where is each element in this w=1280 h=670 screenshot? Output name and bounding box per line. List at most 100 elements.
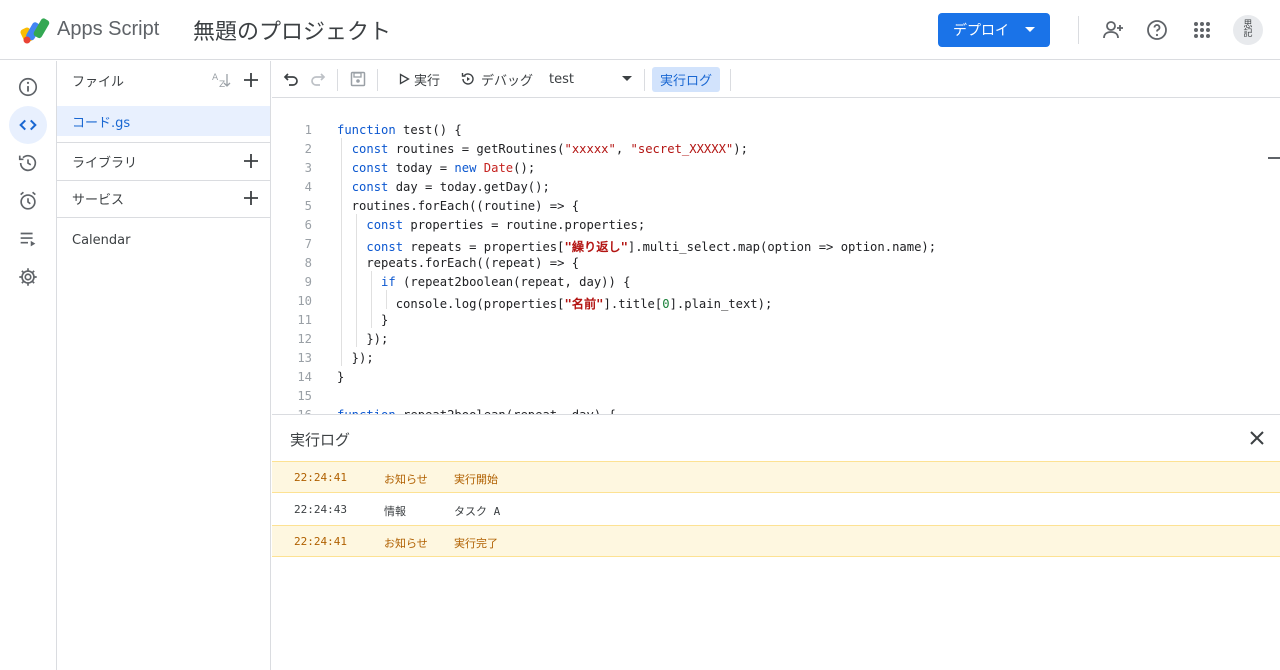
divider [1078,16,1079,44]
top-bar: Apps Script 無題のプロジェクト デプロイ 思記 [0,0,1280,60]
log-row: 22:24:41 お知らせ 実行完了 [272,525,1280,557]
log-row: 22:24:41 お知らせ 実行開始 [272,461,1280,493]
log-severity: お知らせ [384,537,428,550]
function-select-value: test [549,71,574,87]
executions-button[interactable] [9,220,47,258]
help-icon[interactable] [1145,18,1169,42]
log-message: 実行完了 [454,537,498,550]
code-line: } [337,313,389,327]
log-time: 22:24:43 [294,503,347,516]
svg-text:Z: Z [219,80,225,89]
files-label: ファイル [72,74,125,90]
divider [377,69,378,91]
overview-button[interactable] [9,68,47,106]
log-message: タスク A [454,505,501,518]
gear-icon [19,268,37,286]
log-title: 実行ログ [290,431,351,449]
line-number: 15 [297,389,312,403]
line-number: 6 [304,218,312,232]
add-library-icon[interactable] [242,152,260,170]
file-item-code-gs[interactable]: コード.gs [57,106,270,136]
code-line: repeats.forEach((repeat) => { [337,256,580,270]
run-button[interactable]: 実行 [398,61,440,97]
line-number: 4 [304,180,312,194]
apps-script-logo[interactable] [20,16,52,44]
history-button[interactable] [9,144,47,182]
execution-log-button[interactable]: 実行ログ [652,67,721,92]
code-line: }); [337,332,389,346]
divider [57,217,270,218]
left-rail [0,61,57,670]
triggers-button[interactable] [9,182,47,220]
function-select[interactable]: test [549,61,634,97]
divider [730,69,731,91]
debug-icon [461,73,474,85]
debug-button[interactable]: デバッグ [460,61,533,97]
log-severity: お知らせ [384,473,428,486]
services-section: サービス [57,179,270,217]
close-icon[interactable] [1247,428,1267,448]
alarm-icon [20,191,36,210]
save-icon[interactable] [349,70,367,88]
line-number: 14 [297,370,312,384]
code-line: } [337,370,345,384]
apps-grid-icon[interactable] [1190,18,1214,42]
editor-toolbar: 実行 デバッグ test 実行ログ [272,61,1280,98]
divider [644,69,645,91]
deploy-button[interactable]: デプロイ [938,13,1050,47]
code-line: routines.forEach((routine) => { [337,199,580,213]
add-file-icon[interactable] [242,71,260,89]
project-title[interactable]: 無題のプロジェクト [193,14,391,46]
line-number: 1 [304,123,312,137]
debug-label: デバッグ [481,73,534,89]
code-line: const repeats = properties["繰り返し"].multi… [366,240,937,254]
sort-az-icon[interactable]: A Z [211,71,233,89]
chevron-down-icon [1025,27,1035,32]
add-person-icon[interactable] [1101,18,1125,42]
info-icon [18,77,38,97]
redo-icon[interactable] [309,70,327,88]
line-number: 8 [304,256,312,270]
code-line: const routines = getRoutines("xxxxx", "s… [351,142,748,156]
log-message: 実行開始 [454,473,498,486]
divider [337,69,338,91]
log-time: 22:24:41 [294,471,347,484]
line-number: 2 [304,142,312,156]
libraries-section: ライブラリ [57,142,270,180]
code-line: }); [337,351,374,365]
code-line: if (repeat2boolean(repeat, day)) { [381,275,631,289]
play-icon [399,73,410,85]
files-panel: ファイル A Z コード.gs ライブラリ サービス Calendar [57,61,271,670]
files-header: ファイル A Z [57,61,270,99]
service-item-calendar[interactable]: Calendar [57,221,270,259]
avatar[interactable]: 思記 [1233,15,1263,45]
add-service-icon[interactable] [242,189,260,207]
services-label: サービス [72,192,125,208]
settings-button[interactable] [9,258,47,296]
code-line: const today = new Date(); [351,161,536,175]
app-name[interactable]: Apps Script [57,18,159,41]
line-number: 3 [304,161,312,175]
code-line: function test() { [337,123,462,137]
chevron-down-icon [622,76,632,81]
line-number: 5 [304,199,312,213]
line-number: 13 [297,351,312,365]
code-icon [19,119,37,131]
line-number: 11 [297,313,312,327]
editor-button[interactable] [9,106,47,144]
log-row: 22:24:43 情報 タスク A [272,494,1280,526]
code-line: const day = today.getDay(); [351,180,550,194]
svg-text:A: A [212,73,219,83]
code-editor[interactable]: 1 2 3 4 5 6 7 8 9 10 11 12 13 14 15 16 f… [272,98,1280,414]
line-number: 7 [304,237,312,251]
executions-icon [20,232,36,247]
code-line: const properties = routine.properties; [366,218,646,232]
log-time: 22:24:41 [294,535,347,548]
libraries-label: ライブラリ [72,155,138,171]
deploy-label: デプロイ [953,23,1009,39]
log-severity: 情報 [384,505,406,518]
undo-icon[interactable] [282,70,300,88]
scrollbar-marker[interactable] [1268,157,1280,159]
line-number: 9 [304,275,312,289]
execution-log-panel: 実行ログ 22:24:41 お知らせ 実行開始 22:24:43 情報 タスク … [272,414,1280,670]
